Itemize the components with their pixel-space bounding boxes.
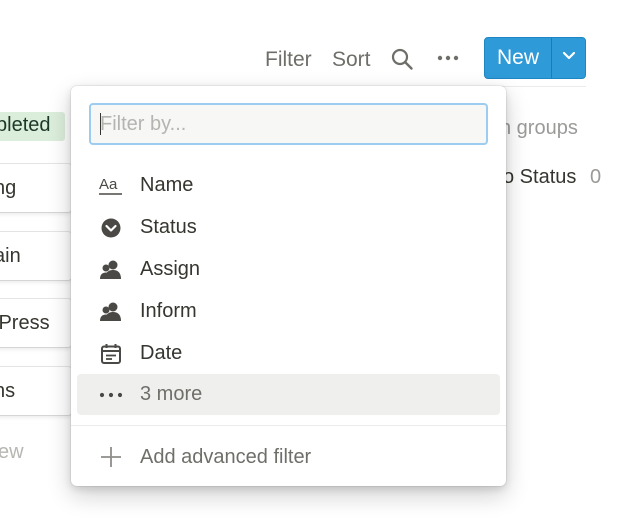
filter-popup: Aa Name Status Assign Inform (71, 86, 506, 486)
search-icon[interactable] (390, 47, 414, 76)
filter-option-inform[interactable]: Inform (77, 291, 500, 332)
add-advanced-filter-label: Add advanced filter (140, 445, 312, 468)
filter-option-label: Name (140, 174, 194, 196)
filter-option-label: 3 more (140, 383, 203, 405)
no-status-group-label: o Status (503, 166, 577, 188)
board-card[interactable]: ain (0, 232, 72, 280)
new-card-link[interactable]: ew (0, 441, 24, 464)
status-badge-label: pleted (0, 114, 51, 136)
plus-icon (99, 445, 123, 469)
new-dropdown-button[interactable] (552, 38, 585, 78)
no-status-count: 0 (590, 166, 602, 188)
status-property-icon (99, 216, 123, 240)
person-property-icon (99, 300, 123, 324)
svg-text:Aa: Aa (99, 176, 118, 193)
popup-divider (71, 425, 506, 426)
more-horizontal-icon[interactable] (437, 50, 459, 71)
card-title: ng (0, 176, 17, 199)
filter-option-label: Inform (140, 300, 197, 322)
card-title: ain (0, 244, 21, 267)
new-button[interactable]: New (485, 38, 551, 78)
database-view: Filter Sort New pleted ng ain lPress ns … (0, 0, 640, 529)
add-advanced-filter-button[interactable]: Add advanced filter (77, 437, 500, 477)
board-card[interactable]: lPress (0, 299, 72, 347)
filter-option-label: Assign (140, 258, 201, 280)
filter-option-label: Status (140, 216, 197, 238)
text-caret (100, 113, 101, 135)
new-button-group: New (484, 37, 586, 79)
status-badge: pleted (0, 112, 65, 141)
person-property-icon (99, 258, 123, 282)
filter-option-label: Date (140, 342, 183, 364)
card-title: ns (0, 379, 16, 402)
more-horizontal-icon (99, 383, 123, 407)
filter-option-status[interactable]: Status (77, 207, 500, 248)
calendar-property-icon (99, 342, 123, 366)
filter-option-name[interactable]: Aa Name (77, 165, 500, 206)
filter-button[interactable]: Filter (265, 47, 312, 73)
filter-option-date[interactable]: Date (77, 333, 500, 374)
filter-option-assign[interactable]: Assign (77, 249, 500, 290)
chevron-down-icon (561, 49, 577, 67)
card-title: lPress (0, 311, 50, 334)
sort-button[interactable]: Sort (332, 47, 371, 73)
filter-option-more[interactable]: 3 more (77, 374, 500, 415)
text-property-icon: Aa (99, 174, 123, 198)
board-card[interactable]: ns (0, 367, 72, 415)
filter-search-input[interactable] (89, 103, 488, 145)
board-card[interactable]: ng (0, 164, 72, 212)
hidden-groups-label[interactable]: n groups (500, 117, 578, 140)
